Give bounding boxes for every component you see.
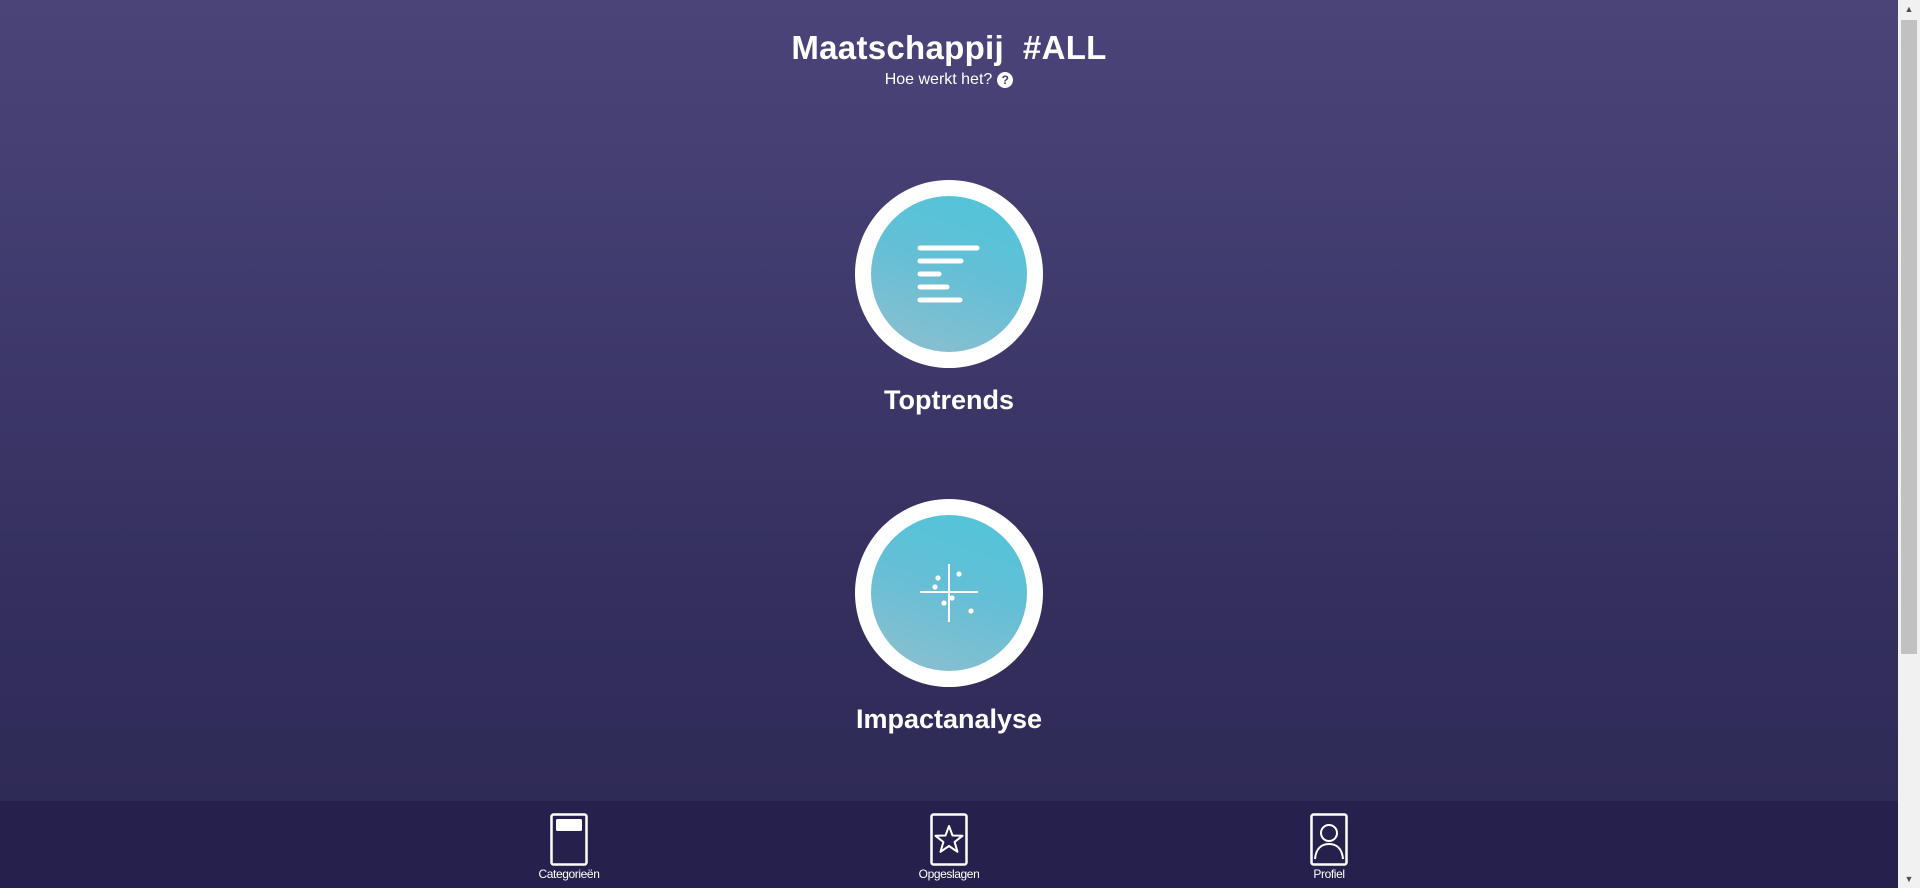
toptrends-tile[interactable]: Toptrends bbox=[756, 180, 1142, 417]
scatter-quadrant-icon bbox=[920, 564, 978, 622]
page-title: Maatschappij #ALL bbox=[791, 29, 1107, 66]
nav-profiel[interactable]: Profiel bbox=[1269, 813, 1389, 881]
nav-opgeslagen[interactable]: Opgeslagen bbox=[889, 813, 1009, 881]
scrollbar-thumb[interactable] bbox=[1901, 20, 1917, 654]
star-card-icon bbox=[930, 813, 968, 866]
toptrends-label: Toptrends bbox=[884, 385, 1014, 415]
toptrends-disc bbox=[871, 196, 1027, 352]
impactanalyse-label: Impactanalyse bbox=[855, 704, 1043, 734]
card-category-icon bbox=[550, 813, 588, 866]
profile-card-icon bbox=[1310, 813, 1348, 866]
bar-list-icon bbox=[917, 245, 980, 303]
page: Maatschappij #ALL Hoe werkt het? ? Toptr… bbox=[0, 0, 1898, 888]
impactanalyse-circle[interactable] bbox=[855, 499, 1043, 687]
nav-categorieen[interactable]: Categorieën bbox=[509, 813, 629, 881]
impactanalyse-tile[interactable]: Impactanalyse bbox=[756, 499, 1142, 736]
help-label: Hoe werkt het? bbox=[884, 71, 993, 88]
question-circle-icon[interactable]: ? bbox=[997, 72, 1014, 88]
nav-opgeslagen-label: Opgeslagen bbox=[918, 867, 980, 881]
vertical-scrollbar[interactable]: ▲ ▼ bbox=[1898, 0, 1920, 888]
nav-categorieen-label: Categorieën bbox=[538, 867, 600, 881]
nav-profiel-label: Profiel bbox=[1313, 867, 1345, 881]
impactanalyse-disc bbox=[871, 515, 1027, 671]
toptrends-circle[interactable] bbox=[855, 180, 1043, 368]
page-header: Maatschappij #ALL Hoe werkt het? ? bbox=[0, 28, 1898, 90]
bottom-navigation: Categorieën Opgeslagen Profiel bbox=[0, 801, 1898, 888]
scroll-up-arrow-icon[interactable]: ▲ bbox=[1898, 0, 1920, 18]
scroll-down-arrow-icon[interactable]: ▼ bbox=[1898, 870, 1920, 888]
help-link[interactable]: Hoe werkt het? ? bbox=[885, 70, 1014, 90]
